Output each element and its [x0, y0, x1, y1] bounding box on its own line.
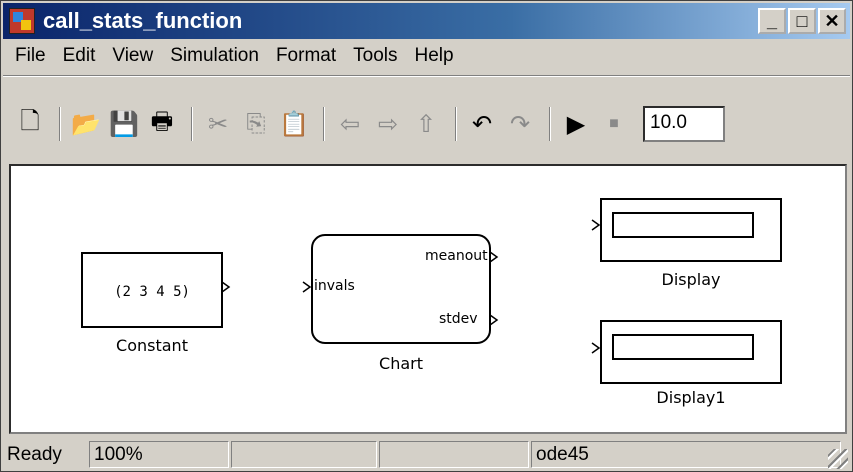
- menu-simulation[interactable]: Simulation: [164, 45, 270, 67]
- status-solver: ode45: [531, 441, 841, 468]
- model-canvas[interactable]: (2 3 4 5) Constant invals meanout stdev …: [9, 164, 847, 434]
- status-cell-3: [231, 441, 377, 468]
- display-input-port-icon: [591, 219, 601, 231]
- display-input-port-icon: [591, 342, 601, 354]
- simulink-app-icon[interactable]: [9, 8, 35, 34]
- window-controls: _ □ ✕: [758, 8, 846, 34]
- constant-output-port-icon: [221, 281, 231, 293]
- minimize-button[interactable]: _: [758, 8, 786, 34]
- stop-time-input[interactable]: 10.0: [643, 106, 725, 142]
- window-title: call_stats_function: [43, 8, 243, 33]
- menu-tools[interactable]: Tools: [347, 45, 408, 67]
- menu-edit[interactable]: Edit: [57, 45, 107, 67]
- toolbar-divider: [3, 75, 850, 77]
- menu-bar: File Edit View Simulation Format Tools H…: [3, 39, 850, 73]
- display1-block[interactable]: [600, 320, 782, 384]
- menu-format[interactable]: Format: [270, 45, 347, 67]
- chart-output-port-label: meanout: [425, 248, 488, 264]
- stop-simulation-icon[interactable]: ■: [597, 107, 631, 141]
- status-bar: Ready 100% ode45: [3, 438, 850, 471]
- toolbar-separator: [59, 107, 61, 141]
- copy-icon[interactable]: ⎘: [239, 107, 273, 141]
- status-cell-4: [379, 441, 529, 468]
- undo-icon[interactable]: ↶: [465, 107, 499, 141]
- save-icon[interactable]: 💾: [107, 107, 141, 141]
- new-model-icon[interactable]: 🗋: [13, 107, 47, 141]
- constant-block[interactable]: (2 3 4 5): [81, 252, 223, 328]
- toolbar-separator: [323, 107, 325, 141]
- open-folder-icon[interactable]: 📂: [69, 107, 103, 141]
- print-icon[interactable]: 🖶: [145, 107, 179, 141]
- paste-icon[interactable]: 📋: [277, 107, 311, 141]
- chart-output-port-icon: [489, 314, 499, 326]
- status-ready: Ready: [7, 443, 62, 465]
- toolbar-separator: [191, 107, 193, 141]
- toolbar-separator: [455, 107, 457, 141]
- up-arrow-icon[interactable]: ⇧: [409, 107, 443, 141]
- display-block-label[interactable]: Display: [600, 270, 782, 289]
- maximize-button[interactable]: □: [788, 8, 816, 34]
- redo-icon[interactable]: ↷: [503, 107, 537, 141]
- toolbar-separator: [549, 107, 551, 141]
- chart-output-port-icon: [489, 251, 499, 263]
- menu-file[interactable]: File: [9, 45, 57, 67]
- close-button[interactable]: ✕: [818, 8, 846, 34]
- chart-output-port-label: stdev: [439, 311, 478, 327]
- forward-arrow-icon[interactable]: ⇨: [371, 107, 405, 141]
- toolbar: 🗋 📂 💾 🖶 ✂ ⎘ 📋 ⇦ ⇨ ⇧ ↶ ↷ ▶ ■ 10.0: [3, 97, 850, 151]
- constant-block-label[interactable]: Constant: [81, 336, 223, 355]
- constant-value: (2 3 4 5): [114, 284, 190, 300]
- back-arrow-icon[interactable]: ⇦: [333, 107, 367, 141]
- display-readout: [612, 334, 754, 360]
- title-bar[interactable]: call_stats_function _ □ ✕: [3, 3, 850, 39]
- display-readout: [612, 212, 754, 238]
- cut-icon[interactable]: ✂: [201, 107, 235, 141]
- chart-block-label[interactable]: Chart: [311, 354, 491, 373]
- chart-input-port-label: invals: [314, 278, 355, 294]
- start-simulation-icon[interactable]: ▶: [559, 107, 593, 141]
- menu-view[interactable]: View: [106, 45, 164, 67]
- simulink-model-window: call_stats_function _ □ ✕ File Edit View…: [0, 0, 853, 472]
- menu-help[interactable]: Help: [408, 45, 464, 67]
- display-block[interactable]: [600, 198, 782, 262]
- display1-block-label[interactable]: Display1: [600, 388, 782, 407]
- resize-grip-icon[interactable]: [828, 449, 848, 469]
- status-zoom: 100%: [89, 441, 229, 468]
- chart-input-port-icon: [302, 281, 312, 293]
